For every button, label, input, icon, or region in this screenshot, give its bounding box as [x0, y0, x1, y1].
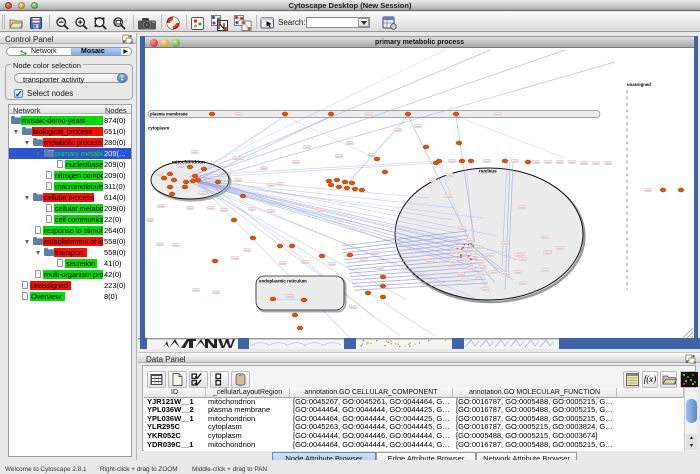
svg-text:unassigned: unassigned	[627, 82, 651, 87]
svg-text:plasma membrane: plasma membrane	[150, 111, 188, 116]
svg-text:nucleus: nucleus	[479, 169, 497, 174]
svg-text:endoplasmic reticulum: endoplasmic reticulum	[259, 279, 307, 284]
svg-text:mitochondrion: mitochondrion	[172, 160, 205, 165]
svg-text:cytoplasm: cytoplasm	[148, 126, 169, 131]
